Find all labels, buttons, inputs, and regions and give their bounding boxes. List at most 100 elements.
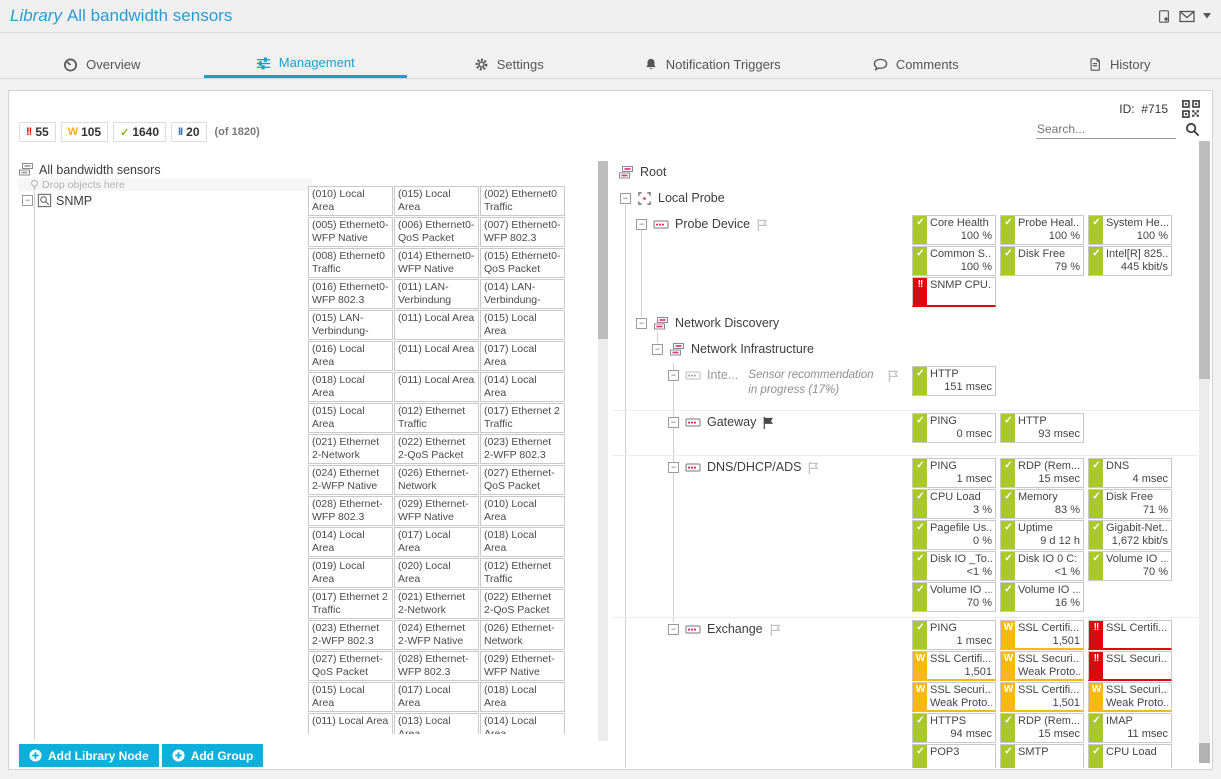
expand-toggle[interactable]: − xyxy=(668,624,679,635)
tree-node-label[interactable]: Exchange xyxy=(707,622,763,636)
library-sensor-tile[interactable]: (020) Local Area xyxy=(394,558,479,588)
library-sensor-tile[interactable]: (007) Ethernet0-WFP 802.3 xyxy=(480,217,565,247)
library-sensor-tile[interactable]: (029) Ethernet-WFP Native xyxy=(394,496,479,526)
library-sensor-tile[interactable]: (024) Ethernet 2-WFP Native xyxy=(394,620,479,650)
library-sensor-tile[interactable]: (010) Local Area xyxy=(480,496,565,526)
tab-overview[interactable]: Overview xyxy=(0,50,204,78)
library-sensor-tile[interactable]: (015) LAN-Verbindung- xyxy=(308,310,393,340)
tree-node-label[interactable]: Network Discovery xyxy=(675,316,779,330)
library-sensor-tile[interactable]: (029) Ethernet-WFP Native xyxy=(480,651,565,681)
sensor-tile[interactable]: ✓Disk IO _To...<1 % xyxy=(912,551,996,581)
sensor-tile[interactable]: ✓Disk Free71 % xyxy=(1088,489,1172,519)
sensor-tile[interactable]: !!SSL Securi... xyxy=(1088,651,1172,681)
library-sensor-tile[interactable]: (018) Local Area xyxy=(480,682,565,712)
add-group-button[interactable]: Add Group xyxy=(162,744,264,767)
tab-management[interactable]: Management xyxy=(204,50,408,78)
sensor-tile[interactable]: ✓Disk IO 0 C:<1 % xyxy=(1000,551,1084,581)
library-sensor-tile[interactable]: (027) Ethernet-QoS Packet xyxy=(308,651,393,681)
collapse-toggle[interactable]: − xyxy=(22,195,33,206)
sensor-tile[interactable]: ✓Volume IO ...70 % xyxy=(1088,551,1172,581)
caret-down-icon[interactable] xyxy=(1203,13,1211,19)
library-sensor-tile[interactable]: (015) Ethernet0-QoS Packet xyxy=(480,248,565,278)
tree-node-label[interactable]: Inte... xyxy=(707,368,738,382)
library-sensor-tile[interactable]: (011) Local Area xyxy=(308,713,393,734)
sensor-tile[interactable]: ✓HTTP151 msec xyxy=(912,366,996,396)
library-sensor-tile[interactable]: (010) Local Area xyxy=(308,186,393,216)
expand-toggle[interactable]: − xyxy=(668,370,679,381)
library-sensor-tile[interactable]: (015) Local Area xyxy=(394,186,479,216)
sensor-tile[interactable]: WSSL Certifi...1,501 xyxy=(1000,620,1084,650)
library-sensor-tile[interactable]: (018) Local Area xyxy=(308,372,393,402)
library-sensor-tile[interactable]: (017) Local Area xyxy=(480,341,565,371)
library-sensor-tile[interactable]: (024) Ethernet 2-WFP Native xyxy=(308,465,393,495)
library-sensor-tile[interactable]: (016) Ethernet0-WFP 802.3 xyxy=(308,279,393,309)
library-sensor-tile[interactable]: (014) Local Area xyxy=(308,527,393,557)
sensor-tile[interactable]: ✓PING1 msec xyxy=(912,458,996,488)
library-sensor-tile[interactable]: (008) Ethernet0 Traffic xyxy=(308,248,393,278)
scrollbar-thumb[interactable] xyxy=(1199,141,1210,379)
library-sensor-tile[interactable]: (002) Ethernet0 Traffic xyxy=(480,186,565,216)
tab-notification-triggers[interactable]: Notification Triggers xyxy=(611,50,815,78)
sensor-tile[interactable]: ✓Core Health100 % xyxy=(912,215,996,245)
library-sensor-tile[interactable]: (012) Ethernet Traffic xyxy=(394,403,479,433)
library-sensor-tile[interactable]: (014) LAN-Verbindung-QoS xyxy=(480,279,565,309)
sensor-tile[interactable]: ✓RDP (Rem...15 msec xyxy=(1000,458,1084,488)
status-badge-up[interactable]: ✓1640 xyxy=(113,122,166,142)
library-sensor-tile[interactable]: (014) Local Area xyxy=(480,372,565,402)
library-sensor-tile[interactable]: (019) Local Area xyxy=(308,558,393,588)
library-sensor-tile[interactable]: (028) Ethernet-WFP 802.3 xyxy=(394,651,479,681)
add-library-node-button[interactable]: Add Library Node xyxy=(19,744,159,767)
library-sensor-tile[interactable]: (011) Local Area xyxy=(394,372,479,402)
flag-outline-icon[interactable] xyxy=(887,369,900,383)
expand-toggle[interactable]: − xyxy=(668,417,679,428)
sensor-tile[interactable]: ✓Intel[R] 825...445 kbit/s xyxy=(1088,246,1172,276)
sensor-tile[interactable]: ✓PING1 msec xyxy=(912,620,996,650)
sensor-tile[interactable]: ✓DNS4 msec xyxy=(1088,458,1172,488)
library-sensor-tile[interactable]: (016) Local Area xyxy=(308,341,393,371)
library-sensor-tile[interactable]: (026) Ethernet-Network xyxy=(394,465,479,495)
search-input[interactable] xyxy=(1036,120,1176,139)
library-sensor-tile[interactable]: (017) Ethernet 2 Traffic xyxy=(480,403,565,433)
flag-outline-icon[interactable] xyxy=(756,218,769,232)
library-sensor-tile[interactable]: (026) Ethernet-Network xyxy=(480,620,565,650)
library-sensor-tile[interactable]: (015) Local Area xyxy=(308,403,393,433)
tree-node-label[interactable]: Root xyxy=(640,165,666,179)
sensor-tile[interactable]: WSSL Certifi...1,501 xyxy=(912,651,996,681)
library-sensor-tile[interactable]: (011) LAN-Verbindung xyxy=(394,279,479,309)
library-sensor-tile[interactable]: (018) Local Area xyxy=(480,527,565,557)
library-sensor-tile[interactable]: (023) Ethernet 2-WFP 802.3 xyxy=(480,434,565,464)
sensor-tile[interactable]: ✓Probe Heal...100 % xyxy=(1000,215,1084,245)
report-icon[interactable] xyxy=(1157,9,1171,24)
expand-toggle[interactable]: − xyxy=(668,462,679,473)
library-sensor-tile[interactable]: (015) Local Area xyxy=(308,682,393,712)
tree-node-label[interactable]: Network Infrastructure xyxy=(691,342,814,356)
expand-toggle[interactable]: − xyxy=(652,344,663,355)
sensor-tile[interactable]: ✓System He...100 % xyxy=(1088,215,1172,245)
tab-settings[interactable]: Settings xyxy=(407,50,611,78)
sensor-tile[interactable]: ✓HTTP93 msec xyxy=(1000,413,1084,443)
library-sensor-tile[interactable]: (014) Local Area xyxy=(480,713,565,734)
tree-node-label[interactable]: Probe Device xyxy=(675,217,750,231)
expand-toggle[interactable]: − xyxy=(620,193,631,204)
sensor-tile[interactable]: WSSL Securi...Weak Proto... xyxy=(1000,651,1084,681)
status-badge-paused[interactable]: II20 xyxy=(171,122,206,142)
sensor-tile[interactable]: ✓POP3 xyxy=(912,744,996,768)
sensor-tile[interactable]: ✓Memory83 % xyxy=(1000,489,1084,519)
library-sensor-tile[interactable]: (028) Ethernet-WFP 802.3 xyxy=(308,496,393,526)
library-sensor-tile[interactable]: (022) Ethernet 2-QoS Packet xyxy=(394,434,479,464)
library-sensor-tile[interactable]: (011) Local Area xyxy=(394,310,479,340)
flag-filled-icon[interactable] xyxy=(762,416,775,430)
sensor-tile[interactable]: WSSL Securi...Weak Proto... xyxy=(912,682,996,712)
status-badge-down[interactable]: !!55 xyxy=(19,122,56,142)
status-badge-warning[interactable]: W105 xyxy=(61,122,108,142)
sensor-tile[interactable]: ✓Uptime9 d 12 h xyxy=(1000,520,1084,550)
library-sensor-tile[interactable]: (021) Ethernet 2-Network xyxy=(394,589,479,619)
scrollbar-thumb[interactable] xyxy=(598,161,608,339)
tree-node-label[interactable]: Gateway xyxy=(707,415,756,429)
library-sensor-tile[interactable]: (012) Ethernet Traffic xyxy=(480,558,565,588)
scrollbar-thumb[interactable] xyxy=(1199,743,1210,763)
flag-outline-icon[interactable] xyxy=(807,461,820,475)
sensor-tile[interactable]: ✓Pagefile Us...0 % xyxy=(912,520,996,550)
library-root-node[interactable]: All bandwidth sensors xyxy=(18,162,598,177)
expand-toggle[interactable]: − xyxy=(636,318,647,329)
